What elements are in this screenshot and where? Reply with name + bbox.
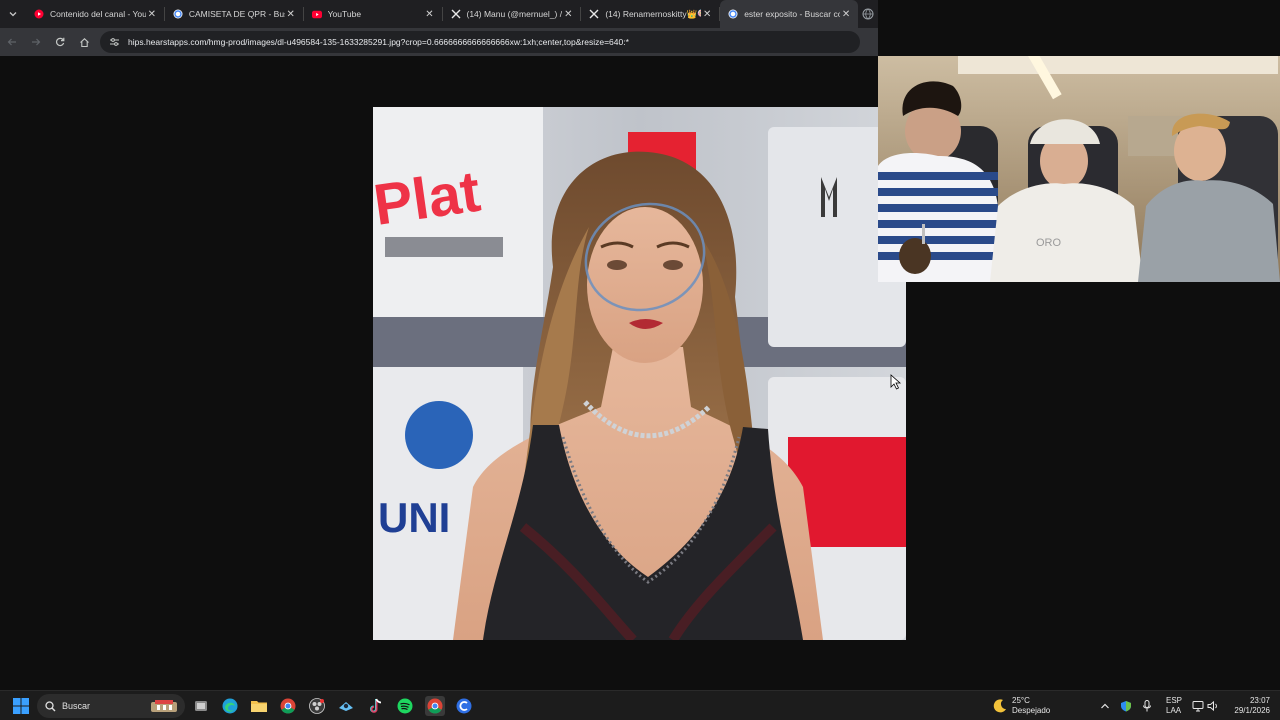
home-button[interactable]	[72, 28, 96, 56]
close-icon[interactable]: ✕	[424, 9, 436, 20]
taskbar-chrome-active[interactable]	[425, 696, 445, 716]
close-icon[interactable]: ✕	[285, 9, 297, 20]
windows-logo-icon	[13, 698, 29, 714]
speaker-icon	[1207, 700, 1217, 712]
weather-condition: Despejado	[1012, 706, 1051, 715]
clock-time[interactable]: 23:07	[1238, 696, 1270, 706]
tab-title: CAMISETA DE QPR - Busc	[188, 9, 285, 19]
home-icon	[79, 37, 89, 47]
task-view-icon	[195, 701, 207, 711]
close-icon[interactable]: ✕	[562, 9, 574, 20]
close-icon[interactable]: ✕	[840, 9, 852, 20]
tab-title: (14) Manu (@mernuel_) /	[466, 9, 563, 19]
tab-youtube-studio[interactable]: Contenido del canal - You ✕	[26, 0, 164, 28]
taskbar-obs[interactable]	[307, 696, 327, 716]
google-icon	[173, 9, 183, 19]
new-tab-button[interactable]	[858, 0, 878, 28]
obs-icon	[309, 698, 325, 714]
tab-x-renamer[interactable]: (14) Renamernoskitty👑🍭 ✕	[581, 0, 719, 28]
taskbar: Buscar 25°C Despejado ESP LAA 23:07 29/1…	[0, 690, 1280, 720]
tab-title: (14) Renamernoskitty👑🍭	[605, 8, 702, 19]
moon-icon	[993, 699, 1006, 713]
weather-temp: 25°C	[1012, 696, 1030, 705]
tab-x-manu[interactable]: (14) Manu (@mernuel_) / ✕	[443, 0, 581, 28]
tray-defender[interactable]	[1116, 696, 1136, 716]
mouse-cursor-icon	[890, 374, 902, 390]
clock-date[interactable]: 29/1/2026	[1222, 706, 1270, 716]
edge-icon	[222, 698, 238, 714]
c-app-icon	[456, 698, 472, 714]
webcam-overlay: ORO	[878, 56, 1280, 282]
address-bar[interactable]: hips.hearstapps.com/hmg-prod/images/dl-u…	[100, 31, 860, 53]
reload-icon	[55, 37, 65, 47]
microphone-icon	[1143, 700, 1151, 712]
arrow-right-icon	[32, 38, 41, 46]
taskbar-spotify[interactable]	[395, 696, 415, 716]
taskbar-edge[interactable]	[220, 696, 240, 716]
site-info-icon[interactable]	[106, 34, 122, 50]
portrait-photo: Plat UNI	[373, 107, 906, 640]
shield-icon	[1121, 701, 1131, 712]
taskbar-steam[interactable]	[336, 696, 356, 716]
youtube-studio-icon	[34, 9, 44, 19]
back-button[interactable]	[0, 28, 24, 56]
search-placeholder: Buscar	[62, 701, 91, 711]
svg-text:ORO: ORO	[1036, 237, 1062, 249]
tray-microphone[interactable]	[1137, 696, 1157, 716]
weather-widget[interactable]	[990, 696, 1010, 716]
search-highlight-icon	[151, 700, 177, 712]
forward-button[interactable]	[24, 28, 48, 56]
tray-volume[interactable]	[1203, 696, 1223, 716]
show-hidden-icons-button[interactable]	[1095, 696, 1115, 716]
tab-title: ester exposito - Buscar co	[744, 9, 841, 19]
search-icon	[45, 700, 56, 711]
taskbar-file-explorer[interactable]	[249, 696, 269, 716]
task-view-button[interactable]	[191, 696, 211, 716]
taskbar-tiktok[interactable]	[366, 696, 386, 716]
tab-title: Contenido del canal - You	[49, 9, 146, 19]
globe-icon	[862, 8, 874, 20]
taskbar-chrome[interactable]	[278, 696, 298, 716]
displayed-image: Plat UNI	[373, 107, 906, 640]
taskbar-app-c[interactable]	[454, 696, 474, 716]
chevron-down-icon	[9, 12, 17, 17]
chrome-icon	[280, 698, 296, 714]
tab-google-camiseta[interactable]: CAMISETA DE QPR - Busc ✕	[165, 0, 303, 28]
tab-google-ester[interactable]: ester exposito - Buscar co ✕	[720, 0, 859, 28]
folder-icon	[251, 701, 267, 712]
webcam-feed-image: ORO	[878, 56, 1280, 282]
taskbar-search-box[interactable]: Buscar	[37, 694, 185, 718]
language-line-2[interactable]: LAA	[1166, 706, 1181, 716]
youtube-icon	[311, 9, 322, 19]
spotify-icon	[397, 698, 413, 714]
page-content: Plat UNI ORO	[0, 56, 1280, 690]
google-icon	[728, 9, 738, 19]
windows-start-button[interactable]	[11, 696, 31, 716]
tab-youtube[interactable]: YouTube ✕	[304, 0, 442, 28]
chevron-up-icon	[1101, 703, 1109, 709]
close-icon[interactable]: ✕	[146, 9, 158, 20]
tab-search-button[interactable]	[0, 0, 26, 28]
arrow-left-icon	[7, 38, 16, 46]
close-icon[interactable]: ✕	[701, 9, 713, 20]
reload-button[interactable]	[48, 28, 72, 56]
x-icon	[451, 9, 461, 19]
chrome-icon	[427, 698, 443, 714]
steam-icon	[339, 702, 353, 711]
url-text: hips.hearstapps.com/hmg-prod/images/dl-u…	[128, 37, 629, 47]
x-icon	[589, 9, 599, 19]
tiktok-icon	[370, 698, 382, 713]
tab-title: YouTube	[327, 9, 362, 19]
tab-strip: Contenido del canal - You ✕ CAMISETA DE …	[0, 0, 878, 28]
browser-toolbar: hips.hearstapps.com/hmg-prod/images/dl-u…	[0, 28, 878, 56]
language-line-1[interactable]: ESP	[1166, 696, 1182, 706]
svg-text:UNI: UNI	[378, 494, 450, 541]
